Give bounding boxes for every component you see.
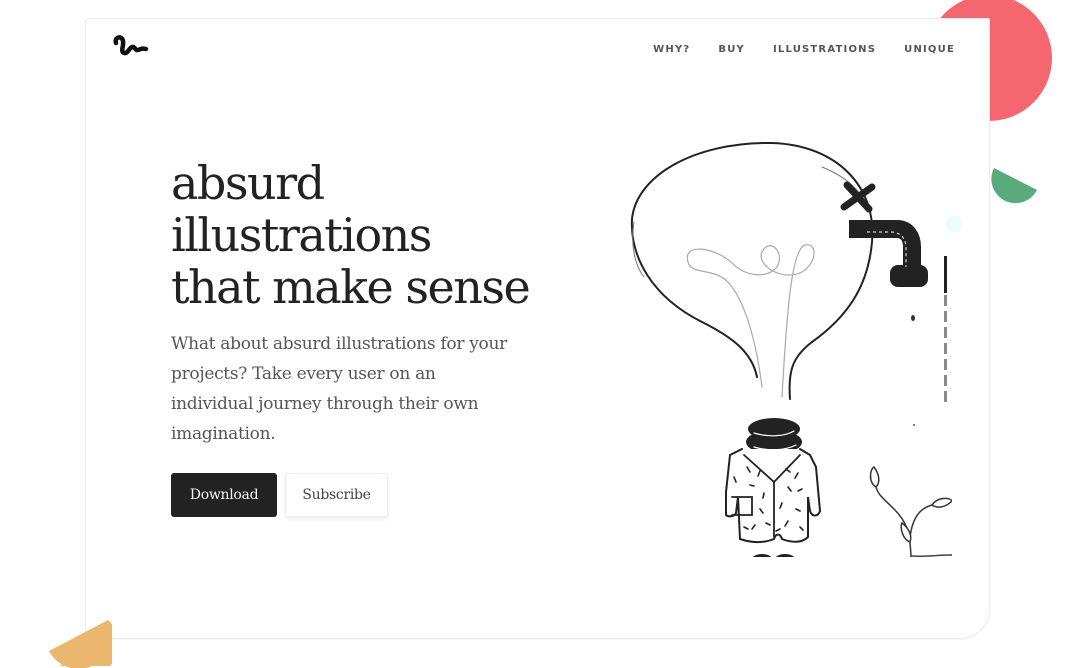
- scroll-progress-track[interactable]: [944, 295, 947, 404]
- nav-link-why[interactable]: WHY?: [653, 44, 690, 55]
- sprout-icon: [869, 466, 952, 557]
- nav-link-unique[interactable]: UNIQUE: [904, 44, 955, 55]
- hero-title-line: illustrations: [171, 208, 432, 262]
- lightbulb-illustration: [630, 141, 952, 557]
- orange-half-circle-decoration: [49, 620, 112, 668]
- download-button[interactable]: Download: [171, 473, 277, 517]
- hero-card: WHY? BUY ILLUSTRATIONS UNIQUE absurd ill…: [85, 18, 990, 639]
- hero-description: What about absurd illustrations for your…: [171, 334, 507, 444]
- scroll-progress-thumb[interactable]: [944, 256, 947, 293]
- squiggle-logo-icon[interactable]: [110, 35, 150, 61]
- scroll-progress-indicator[interactable]: [944, 256, 947, 404]
- green-half-circle-decoration: [991, 168, 1037, 204]
- cyan-dot-decoration: [946, 216, 962, 232]
- subscribe-button[interactable]: Subscribe: [285, 473, 388, 517]
- lightbulb-icon: [630, 141, 874, 466]
- hero-title-line: that make sense: [171, 260, 531, 314]
- main-nav: WHY? BUY ILLUSTRATIONS UNIQUE: [625, 44, 955, 55]
- nav-link-buy[interactable]: BUY: [718, 44, 745, 55]
- nav-link-illustrations[interactable]: ILLUSTRATIONS: [773, 44, 876, 55]
- coat-figure-icon: [725, 448, 822, 557]
- hero-title-line: absurd: [171, 156, 325, 210]
- faucet-icon: [840, 181, 928, 426]
- hero-title: absurd illustrations that make sense: [171, 157, 591, 313]
